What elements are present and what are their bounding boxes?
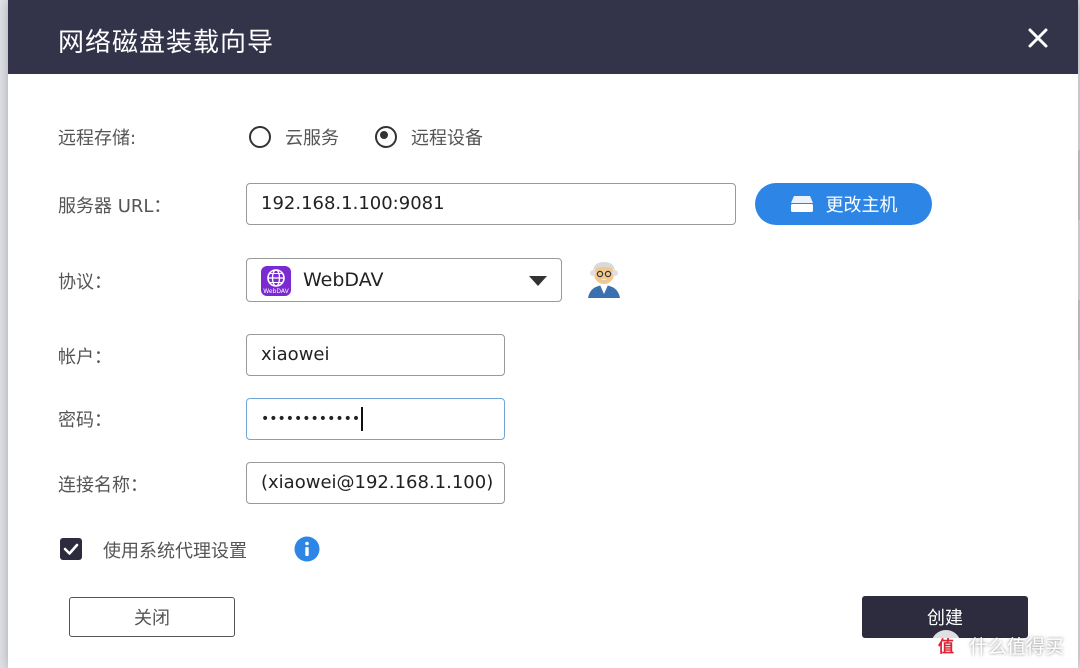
server-url-input[interactable]: 192.168.1.100:9081 <box>246 183 736 225</box>
protocol-selected-value: WebDAV <box>303 269 384 291</box>
checkmark-icon <box>63 543 79 555</box>
server-url-label: 服务器 URL： <box>58 196 172 217</box>
protocol-label: 协议： <box>58 272 112 293</box>
server-icon <box>790 196 813 212</box>
watermark-text: 什么值得买 <box>968 635 1064 658</box>
protocol-select[interactable]: WebDAV WebDAV <box>246 258 562 302</box>
account-input[interactable]: xiaowei <box>246 334 505 376</box>
watermark-logo: 值 <box>930 630 961 660</box>
radio-cloud-service-circle[interactable] <box>249 126 271 148</box>
radio-remote-device[interactable]: 远程设备 <box>375 124 483 150</box>
password-masked-value: •••••••••••• <box>261 411 361 427</box>
connection-name-input[interactable]: (xiaowei@192.168.1.100) <box>246 462 505 504</box>
watermark: 值 什么值得买 <box>930 630 1064 660</box>
chevron-down-icon <box>529 276 547 286</box>
radio-cloud-service-label: 云服务 <box>285 128 339 149</box>
info-icon[interactable] <box>294 536 320 562</box>
webdav-icon-caption: WebDAV <box>263 288 289 295</box>
change-host-button[interactable]: 更改主机 <box>755 183 932 225</box>
dialog-titlebar: 网络磁盘装载向导 <box>8 0 1078 74</box>
remote-storage-label: 远程存储: <box>58 128 137 149</box>
mount-wizard-dialog: 网络磁盘装载向导 远程存储: 云服务 远程设备 服务器 URL： 192.168… <box>8 0 1078 668</box>
dialog-title: 网络磁盘装载向导 <box>58 28 275 58</box>
close-icon[interactable] <box>1026 26 1050 50</box>
connection-name-label: 连接名称： <box>58 475 148 496</box>
radio-remote-device-circle[interactable] <box>375 126 397 148</box>
account-label: 帐户： <box>58 347 112 368</box>
webdav-icon: WebDAV <box>261 266 291 296</box>
assistant-avatar-icon[interactable] <box>584 258 624 298</box>
password-label: 密码： <box>58 410 112 431</box>
change-host-label: 更改主机 <box>825 195 898 216</box>
radio-remote-device-label: 远程设备 <box>411 128 483 149</box>
proxy-label: 使用系统代理设置 <box>103 541 247 562</box>
radio-cloud-service[interactable]: 云服务 <box>249 124 339 150</box>
proxy-checkbox[interactable] <box>60 538 82 560</box>
text-caret <box>361 407 364 431</box>
close-button[interactable]: 关闭 <box>69 597 235 637</box>
password-input[interactable]: •••••••••••• <box>246 398 505 440</box>
